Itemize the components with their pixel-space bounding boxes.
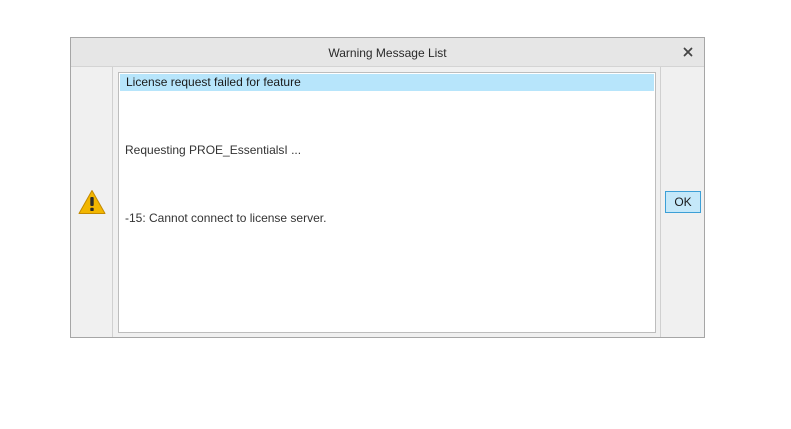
icon-pane [71, 67, 113, 337]
ok-button[interactable]: OK [665, 191, 701, 213]
button-pane: OK [660, 67, 704, 337]
message-list[interactable]: License request failed for feature Reque… [118, 72, 656, 333]
message-item[interactable]: Requesting PROE_EssentialsI ... [119, 142, 655, 159]
warning-message-dialog: Warning Message List License request fai… [70, 37, 705, 338]
dialog-title: Warning Message List [328, 46, 447, 60]
message-item-selected[interactable]: License request failed for feature [120, 74, 654, 91]
title-bar[interactable]: Warning Message List [71, 38, 704, 67]
warning-icon [78, 189, 106, 215]
message-item[interactable]: -15: Cannot connect to license server. [119, 210, 655, 227]
close-icon[interactable] [680, 44, 696, 60]
